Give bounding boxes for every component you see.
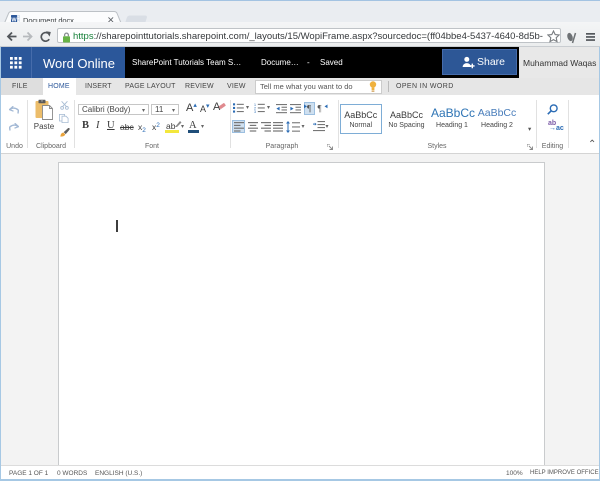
svg-text:¶: ¶ bbox=[307, 104, 311, 114]
svg-text:¶: ¶ bbox=[318, 104, 322, 114]
svg-text:3: 3 bbox=[254, 110, 256, 113]
